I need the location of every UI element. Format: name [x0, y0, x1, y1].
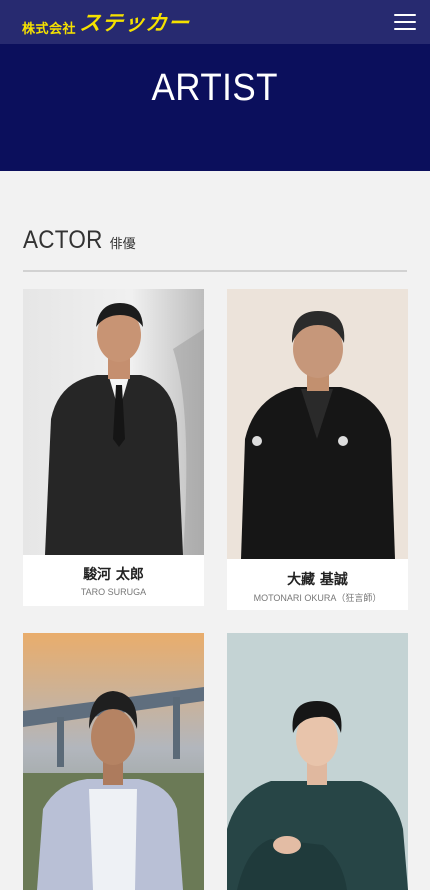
section-heading: ACTOR 俳優: [23, 226, 407, 255]
site-header: 株式会社 ステッカー: [0, 0, 430, 44]
hamburger-menu-icon[interactable]: [394, 14, 416, 30]
artist-photo[interactable]: [23, 289, 204, 555]
artist-name: 大藏 基誠: [287, 572, 348, 588]
section-subtitle: 俳優: [109, 236, 136, 251]
artist-photo[interactable]: [227, 633, 408, 890]
artist-card[interactable]: [23, 633, 204, 890]
menu-line: [394, 28, 416, 30]
section-divider: [23, 270, 407, 272]
artist-roman-name: TARO SURUGA: [80, 587, 147, 597]
section-title: ACTOR: [23, 226, 103, 254]
menu-line: [394, 21, 416, 23]
company-logo[interactable]: 株式会社 ステッカー: [22, 7, 192, 37]
artist-photo[interactable]: [227, 289, 408, 559]
artist-card[interactable]: [227, 633, 408, 890]
artist-name: 駿河 太郎: [83, 567, 144, 583]
menu-line: [394, 14, 416, 16]
logo-name: ステッカー: [78, 11, 192, 35]
artist-card[interactable]: 駿河 太郎 TARO SURUGA: [23, 289, 204, 606]
artist-roman-name: MOTONARI OKURA（狂言師）: [253, 593, 382, 603]
logo-prefix: 株式会社: [22, 22, 77, 37]
artist-card[interactable]: 大藏 基誠 MOTONARI OKURA（狂言師）: [227, 289, 408, 610]
artist-photo[interactable]: [23, 633, 204, 890]
page-title: ARTIST: [151, 67, 279, 109]
page-hero: ARTIST: [0, 44, 430, 171]
